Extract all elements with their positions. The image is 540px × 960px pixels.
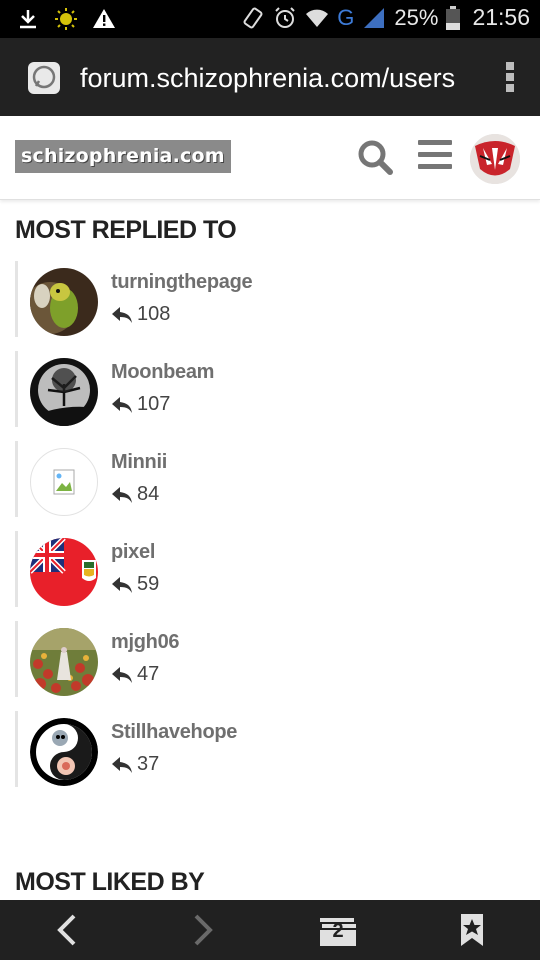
avatar[interactable] (30, 538, 98, 606)
broken-image-icon (53, 469, 75, 495)
brightness-icon (55, 8, 77, 30)
chevron-right-icon[interactable] (182, 912, 222, 948)
reply-icon (112, 396, 132, 413)
warning-icon (93, 9, 115, 28)
section-title-most-liked: MOST LIKED BY (15, 868, 205, 896)
reply-count-value: 108 (137, 303, 171, 325)
reply-count: 84 (111, 483, 159, 506)
reply-count: 108 (111, 303, 170, 326)
reply-count: 59 (111, 573, 159, 596)
username[interactable]: Stillhavehope (111, 721, 237, 744)
reply-icon (112, 756, 132, 773)
browser-url-bar: forum.schizophrenia.com/users (0, 38, 540, 116)
battery-percent: 25% (394, 4, 439, 30)
reply-count: 47 (111, 663, 159, 686)
username[interactable]: mjgh06 (111, 631, 180, 654)
reply-icon (112, 306, 132, 323)
username[interactable]: Moonbeam (111, 361, 214, 384)
reply-count-value: 107 (137, 393, 171, 415)
site-favicon-icon (28, 62, 60, 94)
list-item[interactable]: Minnii 84 (15, 441, 525, 517)
battery-icon (446, 5, 461, 30)
notification-icons (16, 7, 116, 31)
reply-count: 107 (111, 393, 170, 416)
reply-count-value: 47 (137, 663, 160, 685)
status-bar: G 25% 21:56 (0, 0, 540, 38)
hamburger-menu-icon[interactable] (418, 140, 452, 172)
bookmark-star-icon[interactable] (452, 912, 492, 948)
username[interactable]: Minnii (111, 451, 167, 474)
list-item[interactable]: pixel 59 (15, 531, 525, 607)
list-item[interactable]: Stillhavehope 37 (15, 711, 525, 787)
tabs-button[interactable]: 2 (318, 912, 358, 948)
reply-icon (112, 666, 132, 683)
reply-count-value: 37 (137, 753, 160, 775)
system-icons: G 25% 21:56 (241, 4, 530, 31)
username[interactable]: pixel (111, 541, 155, 564)
reply-count-value: 84 (137, 483, 160, 505)
avatar[interactable] (30, 628, 98, 696)
browser-bottom-bar: 2 (0, 900, 540, 960)
avatar[interactable] (30, 268, 98, 336)
list-item[interactable]: Moonbeam 107 (15, 351, 525, 427)
most-replied-list: turningthepage 108 Moonbeam 107 Minnii 8… (15, 261, 525, 801)
avatar[interactable] (30, 448, 98, 516)
signal-icon (364, 7, 385, 28)
reply-count: 37 (111, 753, 159, 776)
reply-count-value: 59 (137, 573, 160, 595)
wifi-icon (306, 9, 329, 27)
reply-icon (112, 576, 132, 593)
username[interactable]: turningthepage (111, 271, 253, 294)
list-item[interactable]: mjgh06 47 (15, 621, 525, 697)
section-title-most-replied: MOST REPLIED TO (15, 216, 237, 244)
site-logo[interactable]: schizophrenia.com (15, 140, 231, 173)
download-icon (20, 10, 36, 29)
reply-icon (112, 486, 132, 503)
url-field[interactable]: forum.schizophrenia.com/users (80, 60, 456, 96)
current-user-avatar[interactable] (470, 134, 520, 184)
list-item[interactable]: turningthepage 108 (15, 261, 525, 337)
network-type: G (337, 4, 355, 30)
clock: 21:56 (472, 4, 530, 30)
vibrate-icon (243, 7, 263, 28)
alarm-icon (275, 6, 295, 28)
avatar[interactable] (30, 358, 98, 426)
chevron-left-icon[interactable] (48, 912, 88, 948)
browser-overflow-menu-icon[interactable] (504, 60, 516, 94)
site-header: schizophrenia.com (0, 116, 540, 200)
search-icon[interactable] (356, 138, 394, 176)
avatar[interactable] (30, 718, 98, 786)
tab-count: 2 (332, 920, 344, 942)
